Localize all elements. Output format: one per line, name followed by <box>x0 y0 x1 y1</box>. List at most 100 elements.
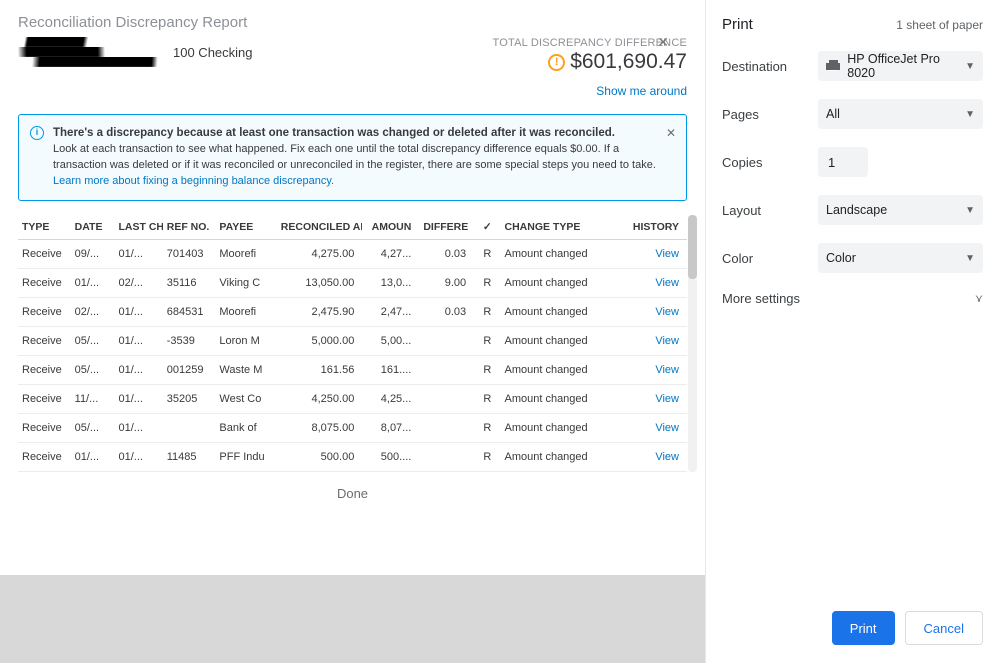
label-destination: Destination <box>722 59 818 74</box>
layout-select[interactable]: Landscape ▼ <box>818 195 983 225</box>
color-select[interactable]: Color ▼ <box>818 243 983 273</box>
cell-payee: Bank of <box>215 413 276 442</box>
view-history-link[interactable]: View <box>655 306 679 318</box>
view-history-link[interactable]: View <box>655 451 679 463</box>
cell-refno: -3539 <box>163 326 216 355</box>
cell-amount: 4,25... <box>362 384 419 413</box>
table-row[interactable]: Receive02/...01/...684531Moorefi2,475.90… <box>18 297 687 326</box>
banner-close-icon[interactable]: ✕ <box>666 125 676 142</box>
cell-difference <box>419 326 474 355</box>
cell-payee: Viking C <box>215 268 276 297</box>
view-history-link[interactable]: View <box>655 277 679 289</box>
cell-cleared: R <box>474 384 500 413</box>
print-dialog-footer: Print Cancel <box>706 597 999 663</box>
cell-payee: Moorefi <box>215 297 276 326</box>
col-lastchange[interactable]: LAST CH <box>115 215 163 240</box>
pages-value: All <box>826 107 840 121</box>
copies-input[interactable] <box>818 147 868 177</box>
cell-date: 01/... <box>71 442 115 471</box>
table-row[interactable]: Receive05/...01/...Bank of8,075.008,07..… <box>18 413 687 442</box>
col-type[interactable]: TYPE <box>18 215 71 240</box>
report-page: Reconciliation Discrepancy Report ✕ 100 … <box>0 0 706 575</box>
account-name: 100 Checking <box>173 45 253 60</box>
cancel-button[interactable]: Cancel <box>905 611 983 645</box>
chevron-down-icon: ▼ <box>965 253 975 264</box>
chevron-down-icon: ▼ <box>965 61 975 72</box>
cell-amount: 4,27... <box>362 239 419 268</box>
table-header-row: TYPE DATE LAST CH REF NO. PAYEE RECONCIL… <box>18 215 687 240</box>
preview-footer-gutter <box>0 575 706 663</box>
col-history[interactable]: HISTORY <box>621 215 687 240</box>
done-label: Done <box>18 486 687 501</box>
print-button[interactable]: Print <box>832 611 895 645</box>
cell-cleared: R <box>474 239 500 268</box>
chevron-down-icon: ⋎ <box>975 292 983 305</box>
cell-reconciled: 4,250.00 <box>277 384 363 413</box>
table-row[interactable]: Receive01/...02/...35116Viking C13,050.0… <box>18 268 687 297</box>
destination-value: HP OfficeJet Pro 8020 <box>847 52 965 80</box>
cell-payee: Loron M <box>215 326 276 355</box>
more-settings-toggle[interactable]: More settings ⋎ <box>722 291 983 306</box>
info-icon: i <box>30 126 44 140</box>
col-refno[interactable]: REF NO. <box>163 215 216 240</box>
label-layout: Layout <box>722 203 818 218</box>
cell-change-type: Amount changed <box>500 413 621 442</box>
pages-select[interactable]: All ▼ <box>818 99 983 129</box>
table-row[interactable]: Receive05/...01/...001259Waste M161.5616… <box>18 355 687 384</box>
table-row[interactable]: Receive09/...01/...701403Moorefi4,275.00… <box>18 239 687 268</box>
cell-refno: 11485 <box>163 442 216 471</box>
cell-reconciled: 500.00 <box>277 442 363 471</box>
layout-value: Landscape <box>826 203 887 217</box>
cell-change-type: Amount changed <box>500 442 621 471</box>
col-amount[interactable]: AMOUN <box>362 215 419 240</box>
table-scrollbar[interactable] <box>688 215 697 472</box>
cell-date: 01/... <box>71 268 115 297</box>
cell-payee: West Co <box>215 384 276 413</box>
cell-date: 05/... <box>71 355 115 384</box>
cell-reconciled: 4,275.00 <box>277 239 363 268</box>
print-sheet-count: 1 sheet of paper <box>896 18 983 32</box>
cell-amount: 500.... <box>362 442 419 471</box>
banner-learn-more-link[interactable]: Learn more about fixing a beginning bala… <box>53 175 334 187</box>
cell-date: 02/... <box>71 297 115 326</box>
view-history-link[interactable]: View <box>655 335 679 347</box>
col-difference[interactable]: DIFFERE <box>419 215 474 240</box>
cell-refno: 701403 <box>163 239 216 268</box>
scrollbar-thumb[interactable] <box>688 215 697 279</box>
view-history-link[interactable]: View <box>655 393 679 405</box>
cell-difference: 0.03 <box>419 297 474 326</box>
cell-date: 05/... <box>71 326 115 355</box>
view-history-link[interactable]: View <box>655 422 679 434</box>
cell-payee: PFF Indu <box>215 442 276 471</box>
cell-change-type: Amount changed <box>500 355 621 384</box>
cell-change-type: Amount changed <box>500 239 621 268</box>
more-settings-label: More settings <box>722 291 800 306</box>
table-row[interactable]: Receive11/...01/...35205West Co4,250.004… <box>18 384 687 413</box>
cell-refno: 684531 <box>163 297 216 326</box>
cell-lastchange: 01/... <box>115 384 163 413</box>
view-history-link[interactable]: View <box>655 248 679 260</box>
col-payee[interactable]: PAYEE <box>215 215 276 240</box>
close-icon[interactable]: ✕ <box>657 34 669 51</box>
print-title: Print <box>722 16 753 33</box>
cell-date: 11/... <box>71 384 115 413</box>
discrepancy-amount: $601,690.47 <box>570 50 687 74</box>
cell-payee: Moorefi <box>215 239 276 268</box>
destination-select[interactable]: HP OfficeJet Pro 8020 ▼ <box>818 51 983 81</box>
banner-headline: There's a discrepancy because at least o… <box>53 127 615 139</box>
col-change-type[interactable]: CHANGE TYPE <box>500 215 621 240</box>
cell-amount: 13,0... <box>362 268 419 297</box>
col-cleared[interactable]: ✓ <box>474 215 500 240</box>
col-reconciled-amt[interactable]: RECONCILED AMT <box>277 215 363 240</box>
cell-lastchange: 01/... <box>115 326 163 355</box>
show-me-around-link[interactable]: Show me around <box>18 84 687 98</box>
view-history-link[interactable]: View <box>655 364 679 376</box>
col-date[interactable]: DATE <box>71 215 115 240</box>
account-header-row: 100 Checking TOTAL DISCREPANCY DIFFERENC… <box>18 37 687 74</box>
cell-reconciled: 8,075.00 <box>277 413 363 442</box>
table-row[interactable]: Receive05/...01/...-3539Loron M5,000.005… <box>18 326 687 355</box>
cell-lastchange: 01/... <box>115 355 163 384</box>
info-banner: i ✕ There's a discrepancy because at lea… <box>18 114 687 201</box>
cell-amount: 8,07... <box>362 413 419 442</box>
table-row[interactable]: Receive01/...01/...11485PFF Indu500.0050… <box>18 442 687 471</box>
